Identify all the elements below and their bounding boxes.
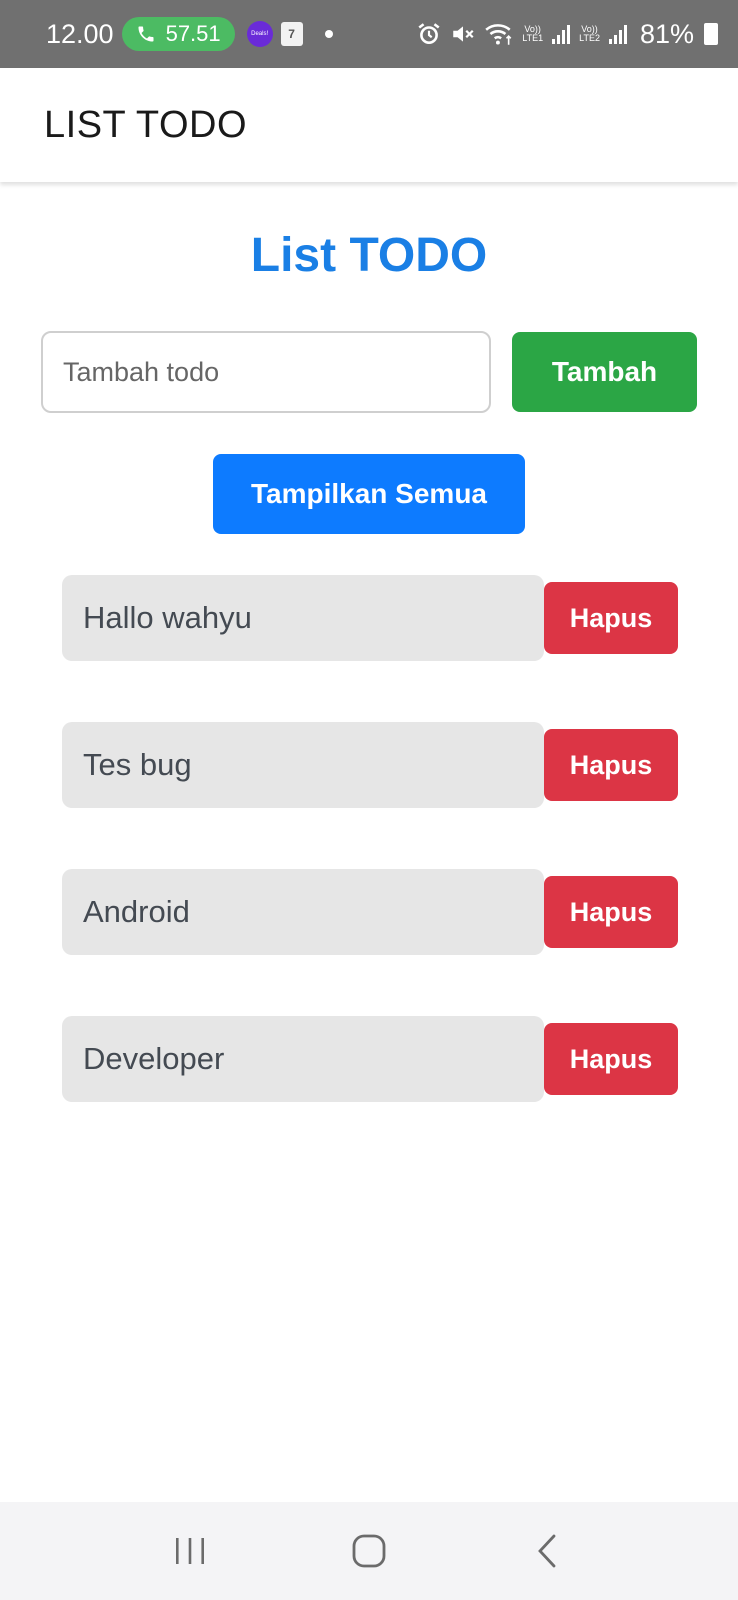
recent-apps-icon [175,1538,204,1564]
todo-text: Tes bug [62,722,544,808]
sim2-volte-icon: Vo)) LTE2 [579,25,600,43]
back-button[interactable] [508,1516,588,1586]
app-bar-title: LIST TODO [44,103,248,146]
deals-label: Deals! [251,31,269,37]
system-navigation-bar [0,1502,738,1600]
phone-icon [138,26,154,42]
home-icon [352,1534,386,1568]
sim2-lte: LTE2 [579,33,600,43]
show-all-button[interactable]: Tampilkan Semua [213,454,525,534]
home-button[interactable] [329,1516,409,1586]
todo-item: Hallo wahyu Hapus [62,575,682,661]
more-notifications-dot-icon [324,30,333,38]
status-bar: 12.00 57.51 Deals! 7 Vo)) LTE1 Vo)) LTE2… [0,0,738,68]
deals-app-icon: Deals! [246,21,273,47]
todo-text: Hallo wahyu [62,575,544,661]
battery-icon [704,23,718,45]
sim1-volte-icon: Vo)) LTE1 [522,25,543,43]
delete-todo-button[interactable]: Hapus [544,582,678,654]
todo-item: Tes bug Hapus [62,722,682,808]
add-todo-button[interactable]: Tambah [512,332,697,412]
signal-sim2-icon [608,25,627,44]
app-bar: LIST TODO [0,68,738,182]
signal-sim1-icon [552,25,571,44]
ongoing-call-chip[interactable]: 57.51 [121,17,235,51]
status-icons: Vo)) LTE1 Vo)) LTE2 81% [416,19,718,50]
calendar-icon: 7 [280,22,303,46]
calendar-day: 7 [288,27,295,41]
alarm-icon [418,23,440,44]
status-time: 12.00 [46,18,114,49]
delete-todo-button[interactable]: Hapus [544,729,678,801]
todo-item: Developer Hapus [62,1016,682,1102]
battery-percent: 81% [639,18,694,49]
call-duration: 57.51 [165,21,221,46]
delete-todo-button[interactable]: Hapus [544,876,678,948]
screen: 12.00 57.51 Deals! 7 Vo)) LTE1 Vo)) LTE2… [0,0,738,1600]
page-title: List TODO [250,229,488,282]
mute-icon [453,26,474,42]
todo-text: Developer [62,1016,544,1102]
todo-item: Android Hapus [62,869,682,955]
todo-text: Android [62,869,544,955]
wifi-icon [485,24,512,45]
todo-input[interactable] [41,331,491,413]
delete-todo-button[interactable]: Hapus [544,1023,678,1095]
sim1-lte: LTE1 [522,33,544,43]
todo-list: Hallo wahyu Hapus Tes bug Hapus Android … [62,575,682,1163]
recent-apps-button[interactable] [150,1516,230,1586]
back-icon [538,1534,556,1568]
